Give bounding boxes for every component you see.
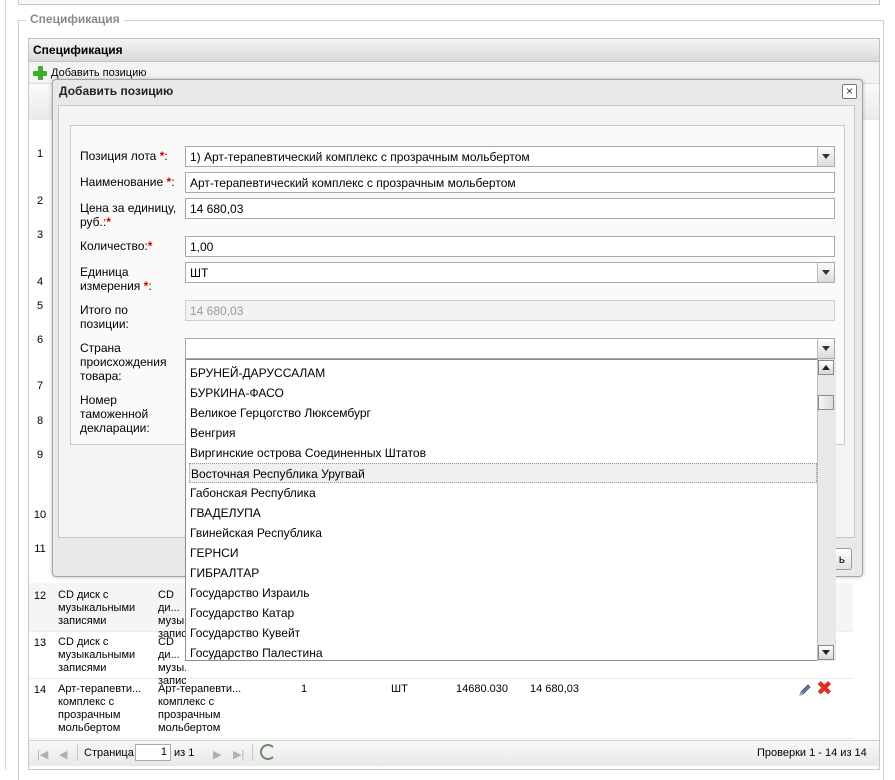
price-input[interactable]: 14 680,03 <box>185 198 835 219</box>
row-number: 1 <box>36 148 44 160</box>
cell-price: 14680.030 <box>456 683 508 695</box>
close-icon[interactable]: × <box>842 84 857 99</box>
scroll-down-icon[interactable] <box>818 645 834 660</box>
unit-label: Единица измерения *: <box>80 265 152 293</box>
country-option[interactable]: Государство Палестина <box>189 643 817 660</box>
page-label: Страница <box>84 747 134 759</box>
country-option[interactable]: Виргинские острова Соединенных Штатов <box>189 443 817 463</box>
customs-label: Номер таможенной декларации: <box>80 393 150 435</box>
country-option[interactable]: Венгрия <box>189 423 817 443</box>
country-option[interactable]: БУРКИНА-ФАСО <box>189 383 817 403</box>
row-number: 3 <box>36 229 44 241</box>
last-page-icon[interactable]: ▶| <box>233 748 244 761</box>
total-field: 14 680,03 <box>185 300 835 321</box>
country-option[interactable]: ГЕРНСИ <box>189 543 817 563</box>
add-position-label: Добавить позицию <box>51 67 147 79</box>
cell-name-2: CD ди... музы... запис... <box>158 636 186 687</box>
cell-name: CD диск с музыкальными записями <box>58 636 136 674</box>
delete-icon[interactable]: ✖ <box>816 679 834 699</box>
name-label: Наименование *: <box>80 175 175 189</box>
fieldset-legend: Спецификация <box>26 12 124 26</box>
country-option[interactable]: Государство Катар <box>189 603 817 623</box>
country-option[interactable]: Государство Израиль <box>189 583 817 603</box>
row-number: 7 <box>36 380 44 392</box>
row-number: 11 <box>34 543 46 555</box>
lot-label: Позиция лота *: <box>80 149 168 163</box>
row-number: 8 <box>36 415 44 427</box>
country-option[interactable]: Великое Герцогство Люксембург <box>189 403 817 423</box>
cell-name-2: Арт-терапевти... комплекс с прозрачным м… <box>158 683 242 734</box>
first-page-icon[interactable]: |◀ <box>37 748 48 761</box>
row-divider <box>29 678 853 679</box>
cell-name: Арт-терапевти... комплекс с прозрачным м… <box>58 683 142 734</box>
page-number-input[interactable]: 1 <box>135 744 171 761</box>
scroll-up-icon[interactable] <box>818 360 834 375</box>
chevron-down-icon[interactable] <box>817 147 834 166</box>
dialog-title: Добавить позицию <box>59 84 174 98</box>
chevron-down-icon[interactable] <box>817 339 834 358</box>
country-option[interactable]: ГВАДЕЛУПА <box>189 503 817 523</box>
pager-summary: Проверки 1 - 14 из 14 <box>757 747 867 759</box>
page-count: из 1 <box>174 747 195 759</box>
row-number: 2 <box>36 195 44 207</box>
country-dropdown-list: БРУНЕЙ-ДАРУССАЛАМ БУРКИНА-ФАСО Великое Гер… <box>185 359 836 661</box>
row-number: 12 <box>33 590 47 602</box>
total-label: Итого по позиции: <box>80 303 129 331</box>
cell-name: CD диск с музыкальными записями <box>58 589 136 627</box>
row-number: 9 <box>36 449 44 461</box>
unit-select[interactable]: ШТ <box>185 262 835 283</box>
cell-unit: ШТ <box>391 683 408 695</box>
quantity-input[interactable]: 1,00 <box>185 236 835 257</box>
scrollbar-thumb[interactable] <box>818 395 834 410</box>
cell-total: 14 680,03 <box>530 683 579 695</box>
row-number: 4 <box>36 276 44 288</box>
unit-select-value: ШТ <box>190 266 209 280</box>
country-option[interactable]: Государство Кувейт <box>189 623 817 643</box>
country-select[interactable] <box>185 338 835 359</box>
row-divider <box>29 738 853 739</box>
row-number: 14 <box>33 684 47 696</box>
top-panel-edge <box>18 0 880 5</box>
quantity-label: Количество:* <box>80 239 153 253</box>
lot-select[interactable]: 1) Арт-терапевтический комплекс с прозра… <box>185 146 835 167</box>
refresh-icon[interactable] <box>260 744 276 760</box>
country-option[interactable]: ГИБРАЛТАР <box>189 563 817 583</box>
add-icon <box>33 66 47 80</box>
cell-quantity: 1 <box>301 683 308 695</box>
cell-name-2: CD ди... музы... запис... <box>158 589 186 640</box>
grid-title: Спецификация <box>28 38 880 62</box>
prev-page-icon[interactable]: ◀ <box>59 748 67 761</box>
row-number: 10 <box>33 509 47 521</box>
row-number: 5 <box>36 300 44 312</box>
country-option[interactable]: БРУНЕЙ-ДАРУССАЛАМ <box>189 363 817 383</box>
add-position-button[interactable]: Добавить позицию <box>33 66 147 80</box>
country-option[interactable]: Восточная Республика Уругвай <box>189 463 817 483</box>
country-option[interactable]: Гвинейская Республика <box>189 523 817 543</box>
edit-icon[interactable] <box>798 683 812 697</box>
country-option[interactable]: Габонская Республика <box>189 483 817 503</box>
chevron-down-icon[interactable] <box>817 263 834 282</box>
pager-separator <box>77 744 78 761</box>
price-label: Цена за единицу, руб.:* <box>80 201 177 229</box>
country-label: Страна происхождения товара: <box>80 341 167 383</box>
page-left-border <box>5 0 6 770</box>
pager-separator <box>252 744 253 761</box>
row-number: 6 <box>36 334 44 346</box>
row-number: 13 <box>33 637 47 649</box>
next-page-icon[interactable]: ▶ <box>213 748 221 761</box>
name-input[interactable]: Арт-терапевтический комплекс с прозрачны… <box>185 172 835 193</box>
lot-select-value: 1) Арт-терапевтический комплекс с прозра… <box>190 150 530 164</box>
